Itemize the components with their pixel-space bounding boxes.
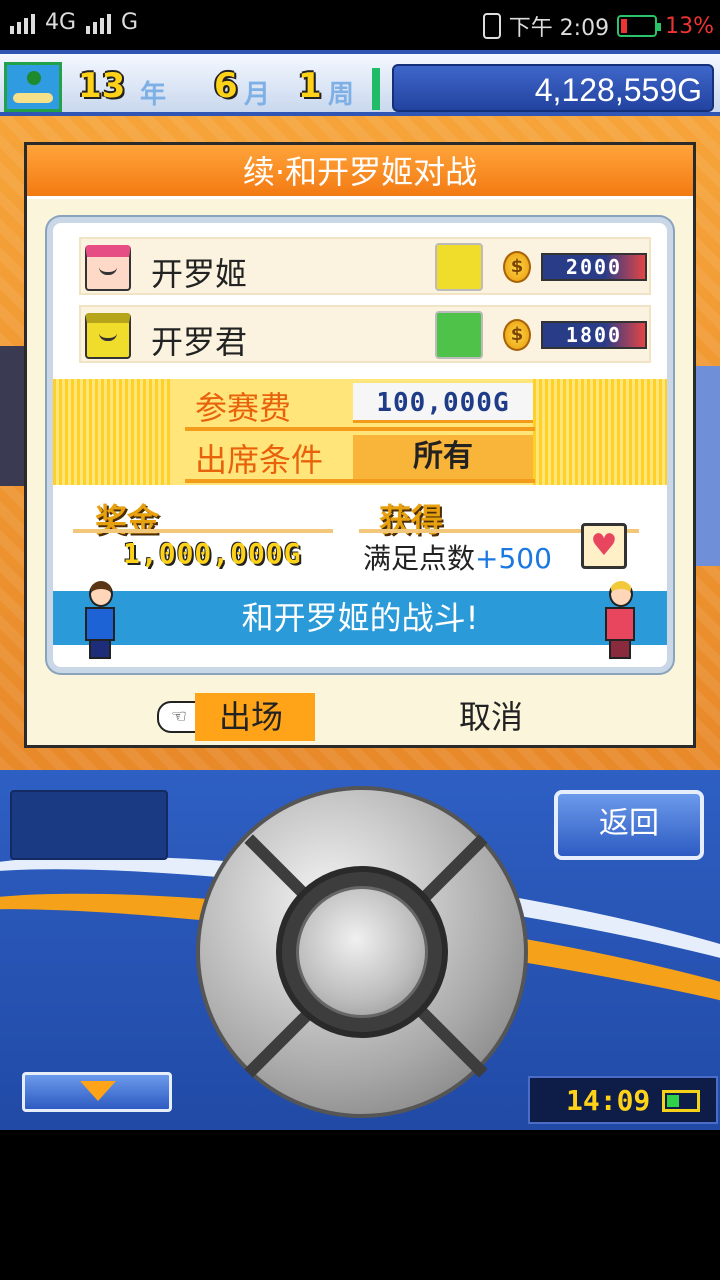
power-bar-1: 2000 (541, 253, 647, 281)
direction-pad[interactable] (196, 786, 528, 1118)
signal-icon (10, 12, 35, 34)
clock-time: 14:09 (566, 1084, 651, 1117)
condition-value: 所有 (353, 435, 533, 479)
back-button[interactable]: 返回 (554, 790, 704, 860)
signal-icon-2 (86, 12, 112, 34)
kairo-hime-character (601, 581, 639, 661)
prize-label: 奖金 (95, 501, 160, 539)
reward-label: 获得 (379, 501, 444, 539)
team-row-player: 开罗君 $ 1800 (79, 305, 651, 363)
battle-banner: 和开罗姬的战斗! (53, 591, 667, 645)
match-panel: 开罗姬 $ 2000 开罗君 $ 1800 参赛费 100,000G 出席条件 … (47, 217, 673, 673)
status-time: 下午 2:09 (508, 16, 610, 41)
info-screen (10, 790, 168, 860)
match-dialog: 续·和开罗姬对战 开罗姬 $ 2000 开罗君 $ 1800 参赛费 100,0… (24, 142, 696, 748)
control-panel: 返回 14:09 (0, 770, 720, 1130)
team-row-opponent: 开罗姬 $ 2000 (79, 237, 651, 295)
reward-amount: +500 (475, 542, 552, 575)
dialog-title: 续·和开罗姬对战 (27, 145, 693, 199)
reward-description: 满足点数 (363, 542, 476, 575)
mascot-box-icon (435, 243, 483, 291)
month-number: 6 (214, 66, 238, 106)
reward-text: 满足点数+500 (363, 537, 552, 577)
frog-icon (435, 311, 483, 359)
scene-building-left (0, 346, 26, 486)
money-display: 4,128,559G (392, 64, 714, 112)
fee-underline (185, 427, 535, 431)
status-bar: 4G G 下午 2:09 13% (0, 0, 720, 50)
fee-label: 参赛费 (195, 389, 292, 427)
condition-underline (185, 479, 535, 483)
enter-match-button[interactable]: 出场 (195, 693, 315, 741)
network-label-1: 4G (45, 10, 77, 35)
prize-underline (73, 529, 333, 533)
dpad-center-button[interactable] (296, 886, 428, 1018)
kairo-kun-avatar (85, 313, 131, 359)
prize-value: 1,000,000G (123, 537, 302, 570)
month-unit: 月 (244, 80, 271, 110)
vibrate-icon (482, 13, 501, 39)
menu-down-button[interactable] (22, 1072, 172, 1112)
team-name-2: 开罗君 (151, 323, 248, 361)
chevron-down-icon (80, 1081, 116, 1101)
battery-icon (617, 15, 662, 37)
condition-label: 出席条件 (195, 441, 324, 479)
bottom-area (0, 1130, 720, 1280)
team-name-1: 开罗姬 (151, 255, 248, 293)
kairo-hime-avatar (85, 245, 131, 291)
battery-icon (662, 1090, 700, 1112)
player-character (81, 581, 119, 661)
fee-value: 100,000G (353, 383, 533, 423)
money-value: 4,128,559G (534, 72, 702, 108)
divider (372, 68, 380, 110)
coin-icon: $ (503, 251, 531, 283)
status-right: 下午 2:09 13% (482, 10, 714, 42)
week-unit: 周 (328, 80, 355, 110)
year-unit: 年 (140, 80, 167, 110)
network-label-2: G (121, 10, 139, 35)
heart-icon: ♥ (581, 523, 627, 569)
game-clock: 14:09 (528, 1076, 718, 1124)
power-bar-2: 1800 (541, 321, 647, 349)
island-icon[interactable] (4, 62, 62, 112)
entry-info: 参赛费 100,000G 出席条件 所有 (53, 379, 667, 485)
battery-percent: 13% (665, 13, 714, 39)
week-number: 1 (298, 66, 322, 106)
status-left: 4G G (10, 10, 138, 35)
coin-icon: $ (503, 319, 531, 351)
cancel-button[interactable]: 取消 (459, 693, 579, 741)
year-number: 13 (78, 66, 126, 106)
game-header: 13 年 6 月 1 周 4,128,559G (0, 50, 720, 116)
